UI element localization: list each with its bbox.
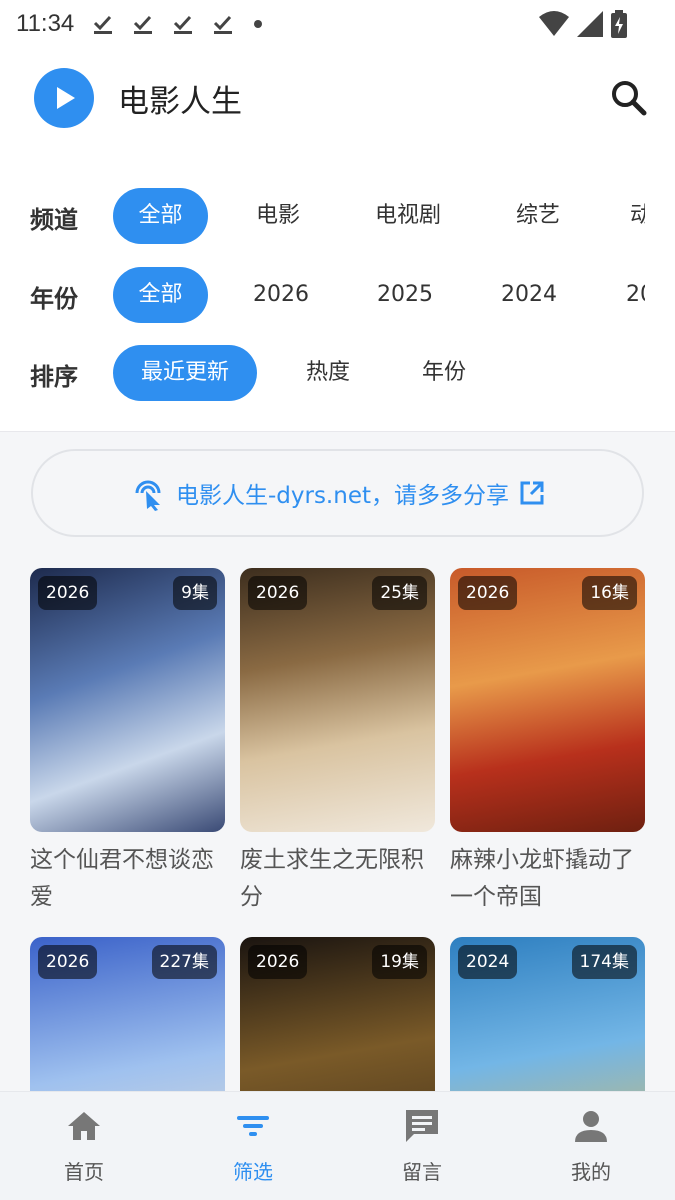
video-card[interactable]: 2026 9集 这个仙君不想谈恋爱 <box>30 568 225 916</box>
episodes-badge: 227集 <box>151 945 217 979</box>
video-title: 废土求生之无限积分 <box>240 847 424 910</box>
video-card[interactable]: 2026 16集 麻辣小龙虾撬动了一个帝国 <box>450 568 645 916</box>
wifi-icon <box>539 11 569 36</box>
person-icon <box>575 1111 607 1142</box>
year-badge: 2026 <box>38 576 98 610</box>
year-badge: 2026 <box>458 576 518 610</box>
external-link-icon <box>520 481 544 505</box>
year-badge: 2026 <box>38 945 98 979</box>
year-badge: 2024 <box>458 945 518 979</box>
channel-chip-anime[interactable]: 动 <box>620 188 645 244</box>
filter-row-channel: 频道 全部 电影 电视剧 综艺 动 <box>0 188 645 244</box>
cursor-click-icon <box>135 480 161 511</box>
channel-chip-tv[interactable]: 电视剧 <box>360 188 456 244</box>
sort-chip-year[interactable]: 年份 <box>406 345 482 401</box>
channel-chip-all[interactable]: 全部 <box>113 188 208 244</box>
year-chip-2024[interactable]: 2024 <box>488 267 570 323</box>
signal-icon <box>577 11 603 37</box>
year-badge: 2026 <box>248 945 308 979</box>
year-chip-more[interactable]: 20 <box>616 267 645 323</box>
nav-message[interactable]: 留言 <box>362 1106 482 1185</box>
nav-label: 筛选 <box>233 1160 273 1184</box>
bottom-nav: 首页 筛选 留言 我的 <box>0 1091 675 1200</box>
video-card[interactable]: 2026 25集 废土求生之无限积分 <box>240 568 435 916</box>
video-title: 麻辣小龙虾撬动了一个帝国 <box>450 847 634 910</box>
filter-row-year: 年份 全部 2026 2025 2024 20 <box>0 267 645 323</box>
video-title: 这个仙君不想谈恋爱 <box>30 847 214 910</box>
download-done-icon <box>172 13 194 35</box>
year-badge: 2026 <box>248 576 308 610</box>
download-done-icon <box>92 13 114 35</box>
nav-profile[interactable]: 我的 <box>531 1106 651 1185</box>
app-title: 电影人生 <box>118 84 242 120</box>
episodes-badge: 9集 <box>173 576 217 610</box>
episodes-badge: 25集 <box>372 576 427 610</box>
download-done-icon <box>212 13 234 35</box>
poster-image: 2026 16集 <box>450 568 645 832</box>
filter-panel: 频道 全部 电影 电视剧 综艺 动 年份 全部 2026 2025 2024 2… <box>0 148 675 432</box>
search-icon[interactable] <box>609 78 649 118</box>
nav-label: 首页 <box>64 1160 104 1184</box>
year-chip-all[interactable]: 全部 <box>113 267 208 323</box>
filter-label-channel: 频道 <box>30 206 78 234</box>
poster-image: 2026 25集 <box>240 568 435 832</box>
filter-label-sort: 排序 <box>30 363 78 391</box>
episodes-badge: 16集 <box>582 576 637 610</box>
home-icon <box>68 1112 100 1140</box>
share-banner[interactable]: 电影人生-dyrs.net，请多多分享 <box>31 449 644 537</box>
sort-chip-recent[interactable]: 最近更新 <box>113 345 257 401</box>
status-time: 11:34 <box>16 10 75 37</box>
nav-filter[interactable]: 筛选 <box>193 1106 313 1185</box>
nav-label: 我的 <box>571 1160 611 1184</box>
poster-image: 2026 9集 <box>30 568 225 832</box>
sort-chip-hot[interactable]: 热度 <box>290 345 366 401</box>
channel-chip-variety[interactable]: 综艺 <box>498 188 578 244</box>
message-icon <box>406 1110 438 1142</box>
filter-icon <box>237 1116 269 1136</box>
channel-chip-movie[interactable]: 电影 <box>240 188 316 244</box>
nav-label: 留言 <box>402 1160 442 1184</box>
year-chip-2026[interactable]: 2026 <box>240 267 322 323</box>
nav-home[interactable]: 首页 <box>24 1106 144 1185</box>
notification-dot-icon <box>254 20 263 28</box>
app-bar: 电影人生 <box>0 48 675 148</box>
episodes-badge: 19集 <box>372 945 427 979</box>
filter-label-year: 年份 <box>30 285 78 313</box>
download-done-icon <box>132 13 154 35</box>
share-text: 电影人生-dyrs.net，请多多分享 <box>175 483 509 509</box>
battery-charging-icon <box>611 10 627 38</box>
year-chip-2025[interactable]: 2025 <box>364 267 446 323</box>
app-logo-icon <box>34 68 94 128</box>
status-bar: 11:34 <box>0 0 675 48</box>
filter-row-sort: 排序 最近更新 热度 年份 <box>0 345 645 401</box>
episodes-badge: 174集 <box>571 945 637 979</box>
